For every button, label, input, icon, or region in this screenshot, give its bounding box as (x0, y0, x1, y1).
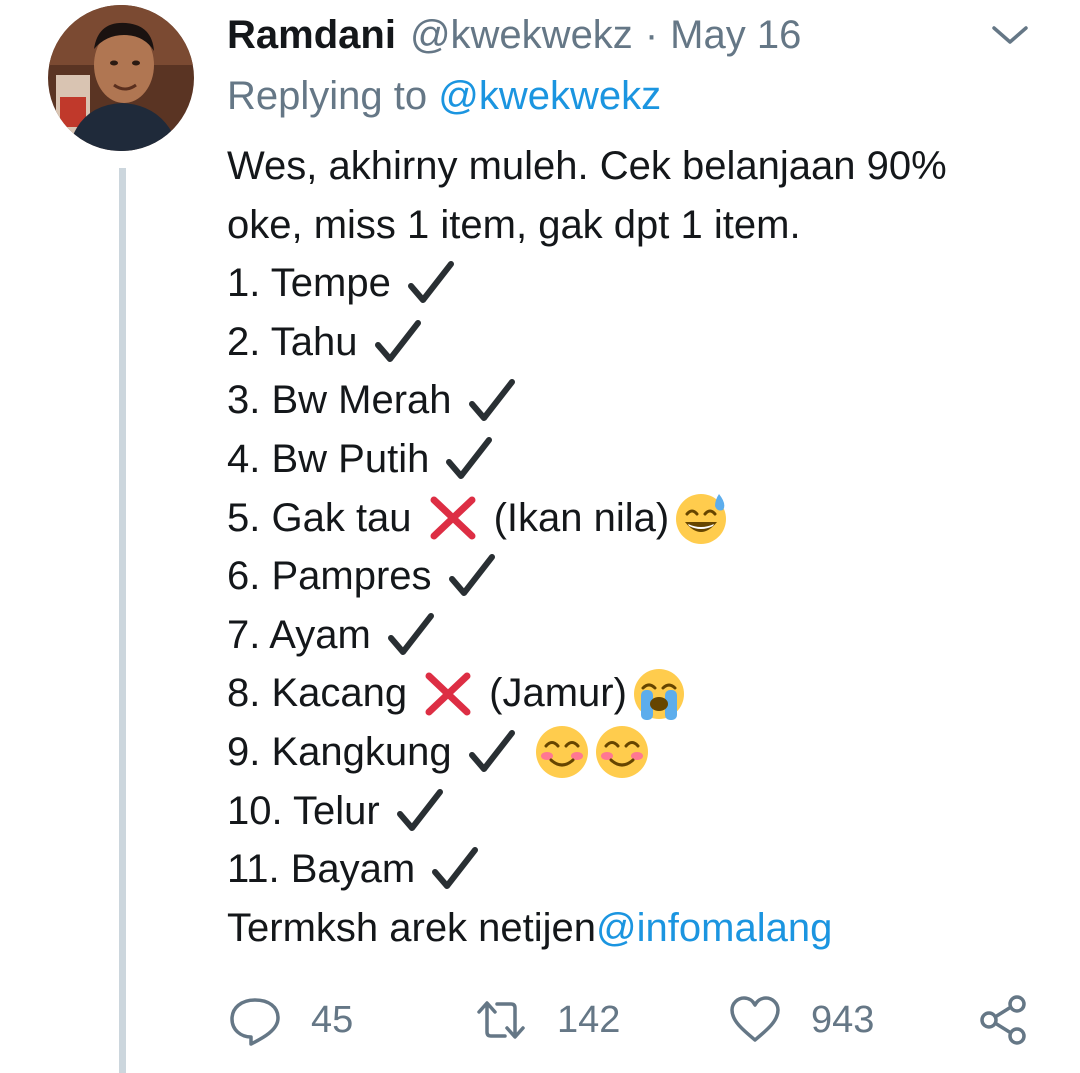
intro-line-2: oke, miss 1 item, gak dpt 1 item. (227, 202, 801, 247)
blush-emoji (535, 726, 588, 779)
retweet-count: 142 (557, 998, 621, 1041)
list-item: 9. Kangkung (227, 723, 1047, 782)
list-item-label: 6. Pampres (227, 554, 432, 599)
reply-button[interactable]: 45 (227, 990, 353, 1050)
heavy-check-mark-icon (448, 554, 495, 597)
list-item: 4. Bw Putih (227, 430, 1047, 489)
list-item-note: (Jamur) (489, 671, 627, 716)
list-item: 10. Telur (227, 782, 1047, 841)
list-item-label: 7. Ayam (227, 612, 371, 657)
list-item: 8. Kacang (Jamur) (227, 664, 1047, 723)
reply-count: 45 (311, 998, 354, 1041)
tweet-actions-bar: 45 142 943 (227, 990, 1037, 1050)
separator-dot: · (644, 12, 659, 57)
heavy-check-mark-icon (468, 378, 515, 421)
chevron-down-icon[interactable] (990, 20, 1030, 50)
list-item: 1. Tempe (227, 254, 1047, 313)
replying-prefix: Replying to (227, 74, 439, 118)
tweet-date[interactable]: May 16 (670, 13, 801, 58)
list-item: 3. Bw Merah (227, 371, 1047, 430)
heart-icon[interactable] (727, 992, 783, 1048)
heavy-check-mark-icon (446, 437, 493, 480)
retweet-button[interactable]: 142 (473, 990, 620, 1050)
list-item-label: 9. Kangkung (227, 729, 452, 774)
share-button[interactable] (977, 990, 1033, 1050)
list-item-label: 5. Gak tau (227, 495, 412, 540)
mention-link[interactable]: @infomalang (596, 899, 832, 958)
list-item: 2. Tahu (227, 313, 1047, 372)
replying-handle-link[interactable]: @kwekwekz (438, 74, 661, 118)
tweet-text-line: oke, miss 1 item, gak dpt 1 item. (227, 196, 1047, 255)
avatar[interactable] (48, 5, 194, 151)
closing-text: Termksh arek netijen (227, 905, 597, 950)
thread-connector-line (119, 168, 126, 1073)
list-item-label: 4. Bw Putih (227, 436, 430, 481)
retweet-icon[interactable] (473, 992, 529, 1048)
list-item-label: 11. Bayam (227, 847, 416, 892)
list-item-label: 1. Tempe (227, 261, 391, 306)
list-item: 6. Pampres (227, 547, 1047, 606)
user-handle[interactable]: @kwekwekz (410, 13, 633, 58)
heavy-check-mark-icon (432, 847, 479, 890)
list-item: 5. Gak tau (Ikan nila) (227, 489, 1047, 548)
cross-mark-icon (430, 496, 476, 540)
heavy-check-mark-icon (407, 261, 454, 304)
like-button[interactable]: 943 (727, 990, 874, 1050)
list-item-label: 2. Tahu (227, 319, 358, 364)
sweat-smile-emoji (676, 493, 727, 544)
list-item: 7. Ayam (227, 606, 1047, 665)
like-count: 943 (811, 998, 875, 1041)
heavy-check-mark-icon (374, 320, 421, 363)
list-item-note: (Ikan nila) (493, 495, 670, 540)
tweet-text-line: Wes, akhirny muleh. Cek belanjaan 90% (227, 137, 1047, 196)
cross-mark-icon (425, 672, 471, 716)
list-item-label: 10. Telur (227, 788, 380, 833)
share-icon[interactable] (977, 992, 1033, 1048)
loudly-crying-emoji (633, 668, 684, 720)
tweet-text: Wes, akhirny muleh. Cek belanjaan 90% ok… (227, 137, 1047, 957)
list-item-label: 3. Bw Merah (227, 378, 452, 423)
replying-to: Replying to @kwekwekz (227, 74, 661, 119)
list-item-label: 8. Kacang (227, 671, 408, 716)
tweet-header: Ramdani @kwekwekz · May 16 (227, 10, 801, 60)
tweet-text-line: Termksh arek netijen @infomalang (227, 899, 1047, 958)
heavy-check-mark-icon (387, 613, 434, 656)
list-item: 11. Bayam (227, 840, 1047, 899)
intro-line-1: Wes, akhirny muleh. Cek belanjaan 90% (227, 144, 947, 188)
heavy-check-mark-icon (468, 730, 515, 773)
display-name[interactable]: Ramdani (227, 13, 396, 58)
reply-icon[interactable] (227, 992, 283, 1048)
heavy-check-mark-icon (396, 788, 443, 831)
blush-emoji (595, 726, 648, 779)
